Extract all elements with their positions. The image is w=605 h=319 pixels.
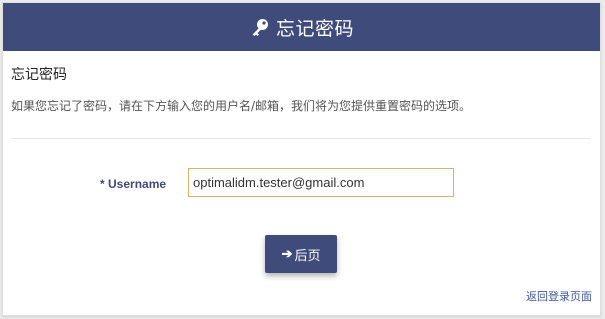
- username-input[interactable]: [188, 168, 454, 197]
- page-title: 忘记密码: [275, 17, 354, 40]
- instructions-text: 如果您忘记了密码，请在下方输入您的用户名/邮箱，我们将为您提供重置密码的选项。: [11, 99, 472, 113]
- username-label: * Username: [100, 177, 167, 191]
- arrow-right-icon: ➔: [281, 246, 293, 261]
- divider: [11, 138, 591, 139]
- forgot-password-card: 忘记密码 忘记密码 如果您忘记了密码，请在下方输入您的用户名/邮箱，我们将为您提…: [2, 2, 601, 316]
- section-title: 忘记密码: [11, 67, 67, 83]
- next-button-label: 后页: [294, 247, 321, 263]
- page-header: 忘记密码: [3, 3, 600, 51]
- next-button[interactable]: ➔ 后页: [265, 235, 337, 273]
- back-to-login-link[interactable]: 返回登录页面: [526, 288, 592, 304]
- key-icon: [249, 16, 271, 38]
